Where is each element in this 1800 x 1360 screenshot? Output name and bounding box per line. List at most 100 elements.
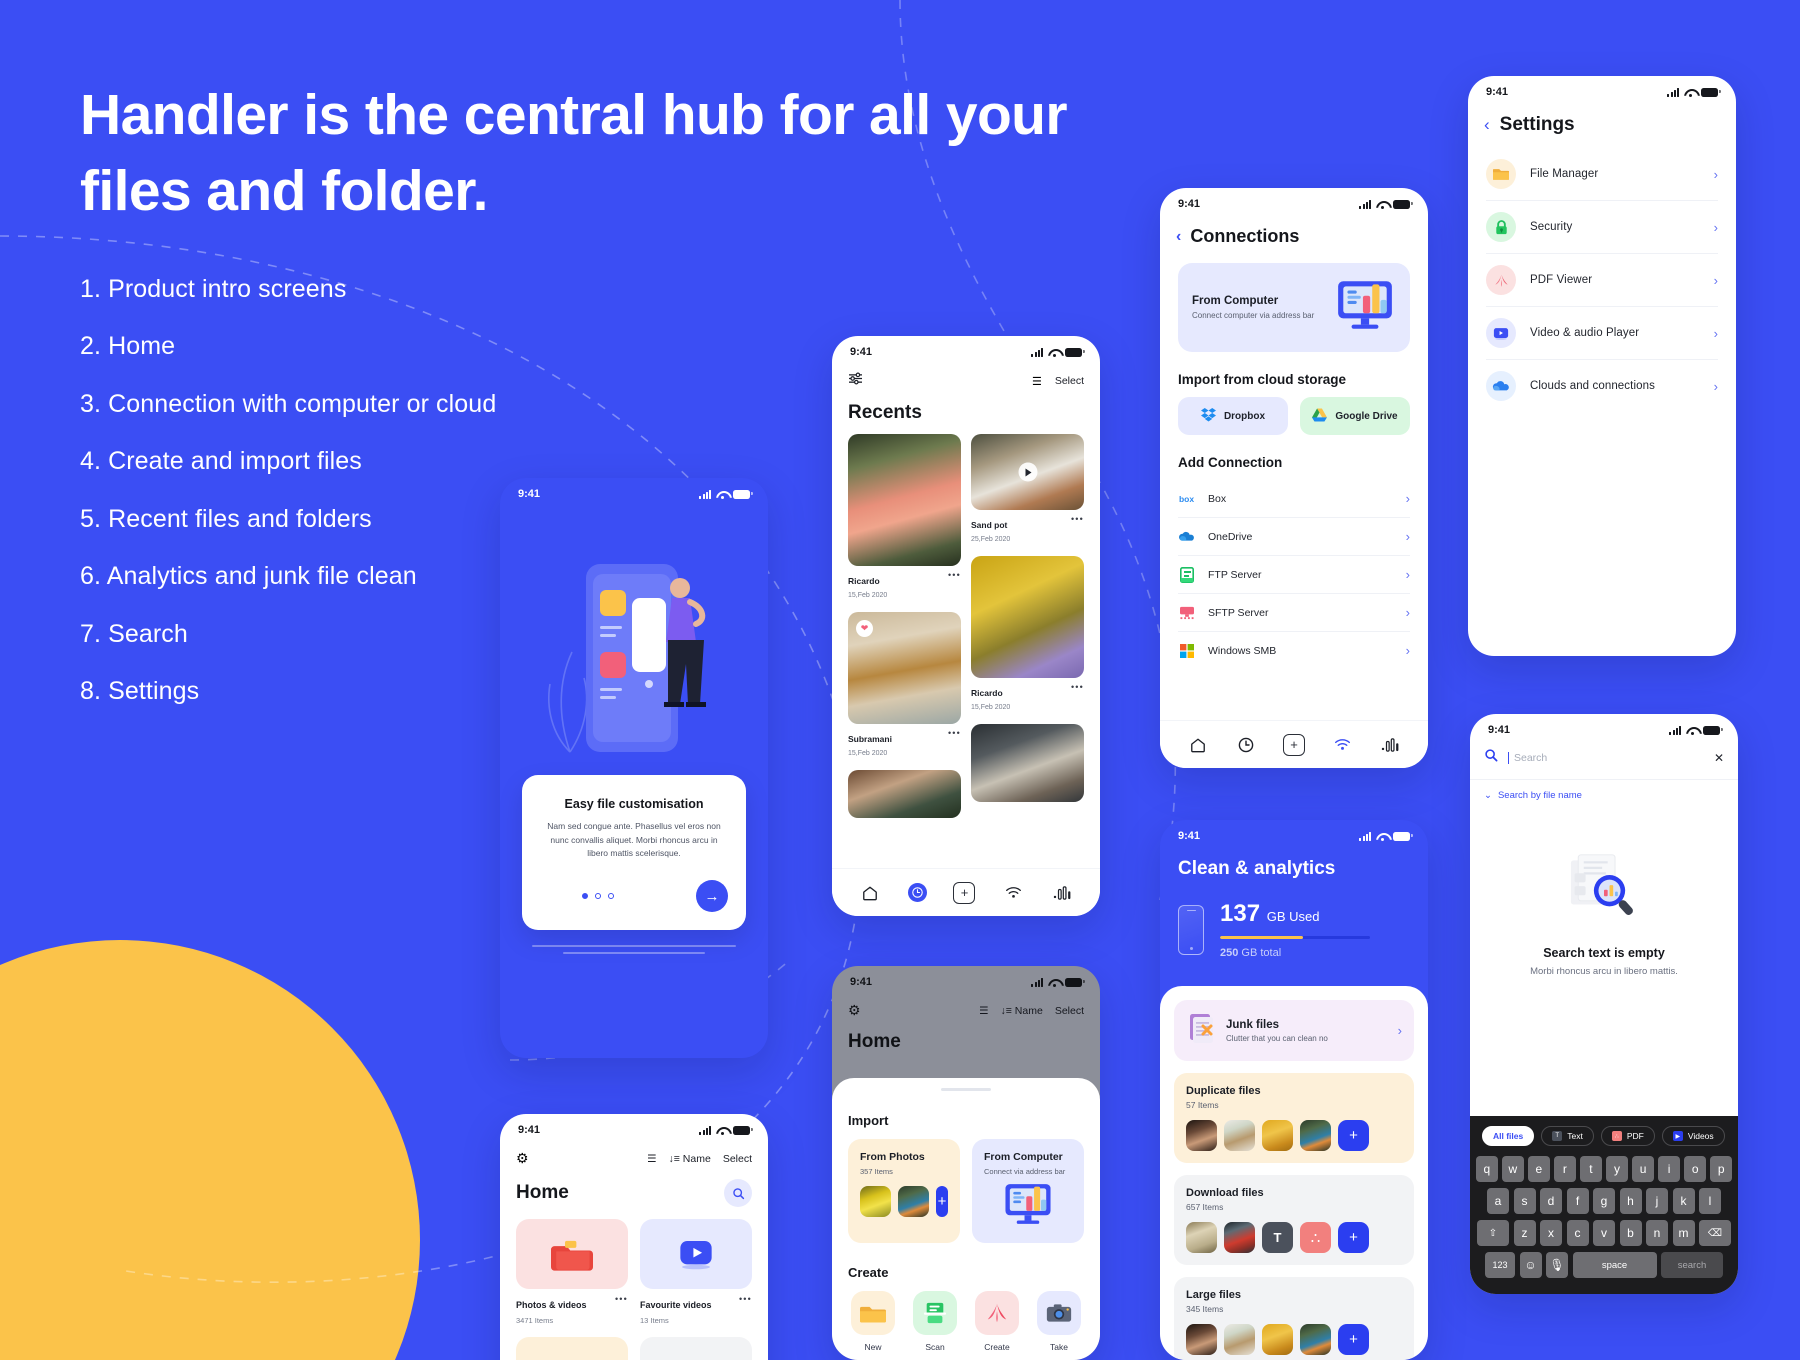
photo-thumbnail[interactable] xyxy=(971,724,1084,802)
pdf-file-icon[interactable]: ∴ xyxy=(1300,1222,1331,1253)
create-take-photo[interactable]: Take xyxy=(1034,1291,1084,1352)
space-key[interactable]: space xyxy=(1572,1252,1657,1278)
key-l[interactable]: l xyxy=(1699,1188,1721,1214)
key-d[interactable]: d xyxy=(1540,1188,1562,1214)
chevron-left-icon[interactable]: ‹ xyxy=(1484,115,1490,135)
microphone-icon[interactable]: 🎙 xyxy=(1546,1252,1568,1278)
recents-item[interactable]: Ricardo 15,Feb 2020 ••• xyxy=(848,434,961,608)
key-w[interactable]: w xyxy=(1502,1156,1524,1182)
key-q[interactable]: q xyxy=(1476,1156,1498,1182)
emoji-icon[interactable]: ☺ xyxy=(1519,1252,1542,1278)
analytics-icon[interactable] xyxy=(1379,734,1401,756)
shift-icon[interactable]: ⇧ xyxy=(1477,1220,1509,1246)
wifi-icon[interactable] xyxy=(1331,734,1353,756)
home-icon[interactable] xyxy=(1187,734,1209,756)
key-f[interactable]: f xyxy=(1566,1188,1589,1214)
more-options-icon[interactable]: ••• xyxy=(1071,683,1084,692)
key-r[interactable]: r xyxy=(1554,1156,1576,1182)
settings-row-security[interactable]: Security › xyxy=(1486,201,1718,254)
photo-thumbnail[interactable] xyxy=(1186,1222,1217,1253)
recents-item[interactable]: ❤ Subramani 15,Feb 2020 ••• xyxy=(848,612,961,766)
pagination-dot-1[interactable] xyxy=(582,893,588,899)
key-n[interactable]: n xyxy=(1646,1220,1668,1246)
search-by-file-name-toggle[interactable]: ⌄ Search by file name xyxy=(1470,780,1738,811)
filter-chip-text[interactable]: T Text xyxy=(1541,1126,1594,1146)
sort-button[interactable]: ↓≡ Name xyxy=(1000,1005,1042,1017)
key-e[interactable]: e xyxy=(1528,1156,1550,1182)
photo-thumbnail[interactable] xyxy=(848,770,961,818)
add-icon[interactable]: + xyxy=(953,881,976,904)
create-pdf[interactable]: Create xyxy=(972,1291,1022,1352)
home-card-photos-videos[interactable]: Photos & videos 3471 Items ••• xyxy=(516,1219,628,1325)
key-t[interactable]: t xyxy=(1580,1156,1602,1182)
photo-thumbnail[interactable] xyxy=(1300,1324,1331,1355)
chevron-left-icon[interactable]: ‹ xyxy=(1176,228,1181,246)
add-icon[interactable]: + xyxy=(1283,733,1305,756)
photo-thumbnail[interactable] xyxy=(1186,1120,1217,1151)
clock-icon[interactable] xyxy=(907,883,927,902)
filter-chip-videos[interactable]: ▶ Videos xyxy=(1661,1126,1725,1146)
more-options-icon[interactable]: ••• xyxy=(1071,515,1084,524)
photo-thumbnail[interactable] xyxy=(1300,1120,1331,1151)
key-a[interactable]: a xyxy=(1487,1188,1509,1214)
backspace-icon[interactable]: ⌫ xyxy=(1699,1220,1731,1246)
dropbox-button[interactable]: Dropbox xyxy=(1178,397,1288,435)
photo-thumbnail[interactable] xyxy=(1186,1324,1217,1355)
home-icon[interactable] xyxy=(859,882,881,904)
key-y[interactable]: y xyxy=(1606,1156,1628,1182)
settings-row-pdf-viewer[interactable]: PDF Viewer › xyxy=(1486,254,1718,307)
add-icon[interactable]: + xyxy=(1338,1120,1369,1151)
photo-thumbnail[interactable] xyxy=(1224,1120,1255,1151)
connection-row-smb[interactable]: Windows SMB › xyxy=(1178,632,1410,669)
clock-icon[interactable] xyxy=(1235,734,1257,756)
key-g[interactable]: g xyxy=(1593,1188,1615,1214)
key-k[interactable]: k xyxy=(1672,1188,1695,1214)
key-h[interactable]: h xyxy=(1619,1188,1642,1214)
filter-icon[interactable] xyxy=(848,372,863,390)
photo-thumbnail[interactable] xyxy=(1224,1324,1255,1355)
select-button[interactable]: Select xyxy=(723,1153,752,1165)
recents-item[interactable]: Sand pot 25,Feb 2020 ••• xyxy=(971,434,1084,552)
photo-thumbnail[interactable] xyxy=(1262,1120,1293,1151)
photo-thumbnail[interactable] xyxy=(1262,1324,1293,1355)
more-options-icon[interactable]: ••• xyxy=(948,729,961,738)
heart-icon[interactable]: ❤ xyxy=(856,620,873,637)
add-icon[interactable]: + xyxy=(936,1186,948,1217)
list-view-icon[interactable]: ☰ xyxy=(1032,375,1042,388)
list-view-icon[interactable]: ☰ xyxy=(647,1153,656,1165)
gear-icon[interactable]: ⚙ xyxy=(516,1150,529,1167)
recents-item[interactable]: Ricardo 15,Feb 2020 ••• xyxy=(971,556,1084,720)
key-x[interactable]: x xyxy=(1540,1220,1562,1246)
text-file-icon[interactable]: T xyxy=(1262,1222,1293,1253)
more-options-icon[interactable]: ••• xyxy=(615,1295,628,1304)
photo-thumbnail[interactable] xyxy=(860,1186,891,1217)
key-m[interactable]: m xyxy=(1672,1220,1695,1246)
photo-thumbnail[interactable] xyxy=(1224,1222,1255,1253)
google-drive-button[interactable]: Google Drive xyxy=(1300,397,1410,435)
import-from-computer-card[interactable]: From Computer Connect via address bar xyxy=(972,1139,1084,1243)
more-options-icon[interactable]: ••• xyxy=(948,571,961,580)
create-new-folder[interactable]: New xyxy=(848,1291,898,1352)
home-card-fourth[interactable] xyxy=(640,1337,752,1360)
pagination-dot-2[interactable] xyxy=(595,893,601,899)
create-scan[interactable]: Scan xyxy=(910,1291,960,1352)
settings-row-clouds-connections[interactable]: Clouds and connections › xyxy=(1486,360,1718,412)
key-z[interactable]: z xyxy=(1513,1220,1536,1246)
add-icon[interactable]: + xyxy=(1338,1222,1369,1253)
junk-files-card[interactable]: Junk files Clutter that you can clean no… xyxy=(1174,1000,1414,1061)
analytics-icon[interactable] xyxy=(1051,882,1073,904)
select-button[interactable]: Select xyxy=(1055,1005,1084,1017)
search-icon[interactable] xyxy=(724,1179,752,1207)
search-icon[interactable] xyxy=(1484,748,1498,767)
home-card-favourite-videos[interactable]: Favourite videos 13 Items ••• xyxy=(640,1219,752,1325)
key-j[interactable]: j xyxy=(1646,1188,1668,1214)
key-u[interactable]: u xyxy=(1632,1156,1654,1182)
duplicate-files-card[interactable]: Duplicate files 57 Items + xyxy=(1174,1073,1414,1163)
add-icon[interactable]: + xyxy=(1338,1324,1369,1355)
arrow-right-icon[interactable]: → xyxy=(696,880,728,912)
photo-thumbnail[interactable] xyxy=(898,1186,929,1217)
pagination-dot-3[interactable] xyxy=(608,893,614,899)
settings-row-video-audio-player[interactable]: Video & audio Player › xyxy=(1486,307,1718,360)
key-p[interactable]: p xyxy=(1710,1156,1732,1182)
from-computer-card[interactable]: From Computer Connect computer via addre… xyxy=(1178,263,1410,352)
